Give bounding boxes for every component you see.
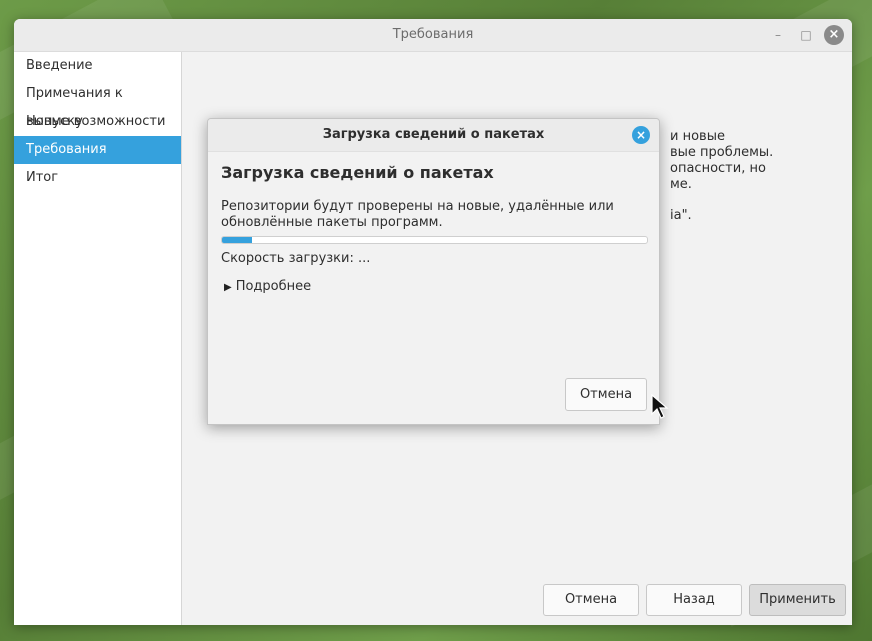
download-dialog: Загрузка сведений о пакетах × Загрузка с…	[207, 118, 660, 425]
content-text-line: ме.	[670, 177, 692, 192]
minimize-icon[interactable]: –	[768, 25, 788, 45]
sidebar-item-requirements[interactable]: Требования	[14, 136, 181, 164]
content-text-line: и новые	[670, 129, 725, 144]
close-icon[interactable]: ×	[824, 25, 844, 45]
details-expander[interactable]: ▶ Подробнее	[224, 279, 311, 294]
details-label: Подробнее	[235, 279, 312, 294]
sidebar-item-summary[interactable]: Итог	[14, 164, 181, 192]
title-bar: Требования – □ ×	[14, 19, 852, 52]
dialog-description: Репозитории будут проверены на новые, уд…	[221, 199, 614, 230]
download-speed-label: Скорость загрузки: ...	[221, 251, 371, 266]
sidebar-item-intro[interactable]: Введение	[14, 52, 181, 80]
maximize-icon[interactable]: □	[796, 25, 816, 45]
cancel-button[interactable]: Отмена	[543, 584, 639, 616]
download-progress-bar	[221, 236, 648, 244]
dialog-title-bar: Загрузка сведений о пакетах ×	[208, 119, 659, 152]
content-text-line: ia".	[670, 208, 692, 223]
dialog-close-icon[interactable]: ×	[632, 126, 650, 144]
dialog-heading: Загрузка сведений о пакетах	[221, 163, 494, 182]
back-button[interactable]: Назад	[646, 584, 742, 616]
mouse-pointer-icon	[651, 394, 669, 419]
triangle-right-icon: ▶	[224, 282, 232, 293]
apply-button[interactable]: Применить	[749, 584, 846, 616]
sidebar-item-new-features[interactable]: Новые возможности	[14, 108, 181, 136]
dialog-title: Загрузка сведений о пакетах	[322, 127, 545, 142]
content-text-line: опасности, но	[670, 161, 766, 176]
window-title: Требования	[392, 27, 474, 42]
dialog-cancel-button[interactable]: Отмена	[565, 378, 647, 411]
sidebar-item-release-notes[interactable]: Примечания к выпуску	[14, 80, 181, 129]
sidebar: Введение Примечания к выпуску Новые возм…	[14, 52, 182, 625]
progress-fill	[222, 237, 252, 243]
content-text-line: вые проблемы.	[670, 145, 774, 160]
